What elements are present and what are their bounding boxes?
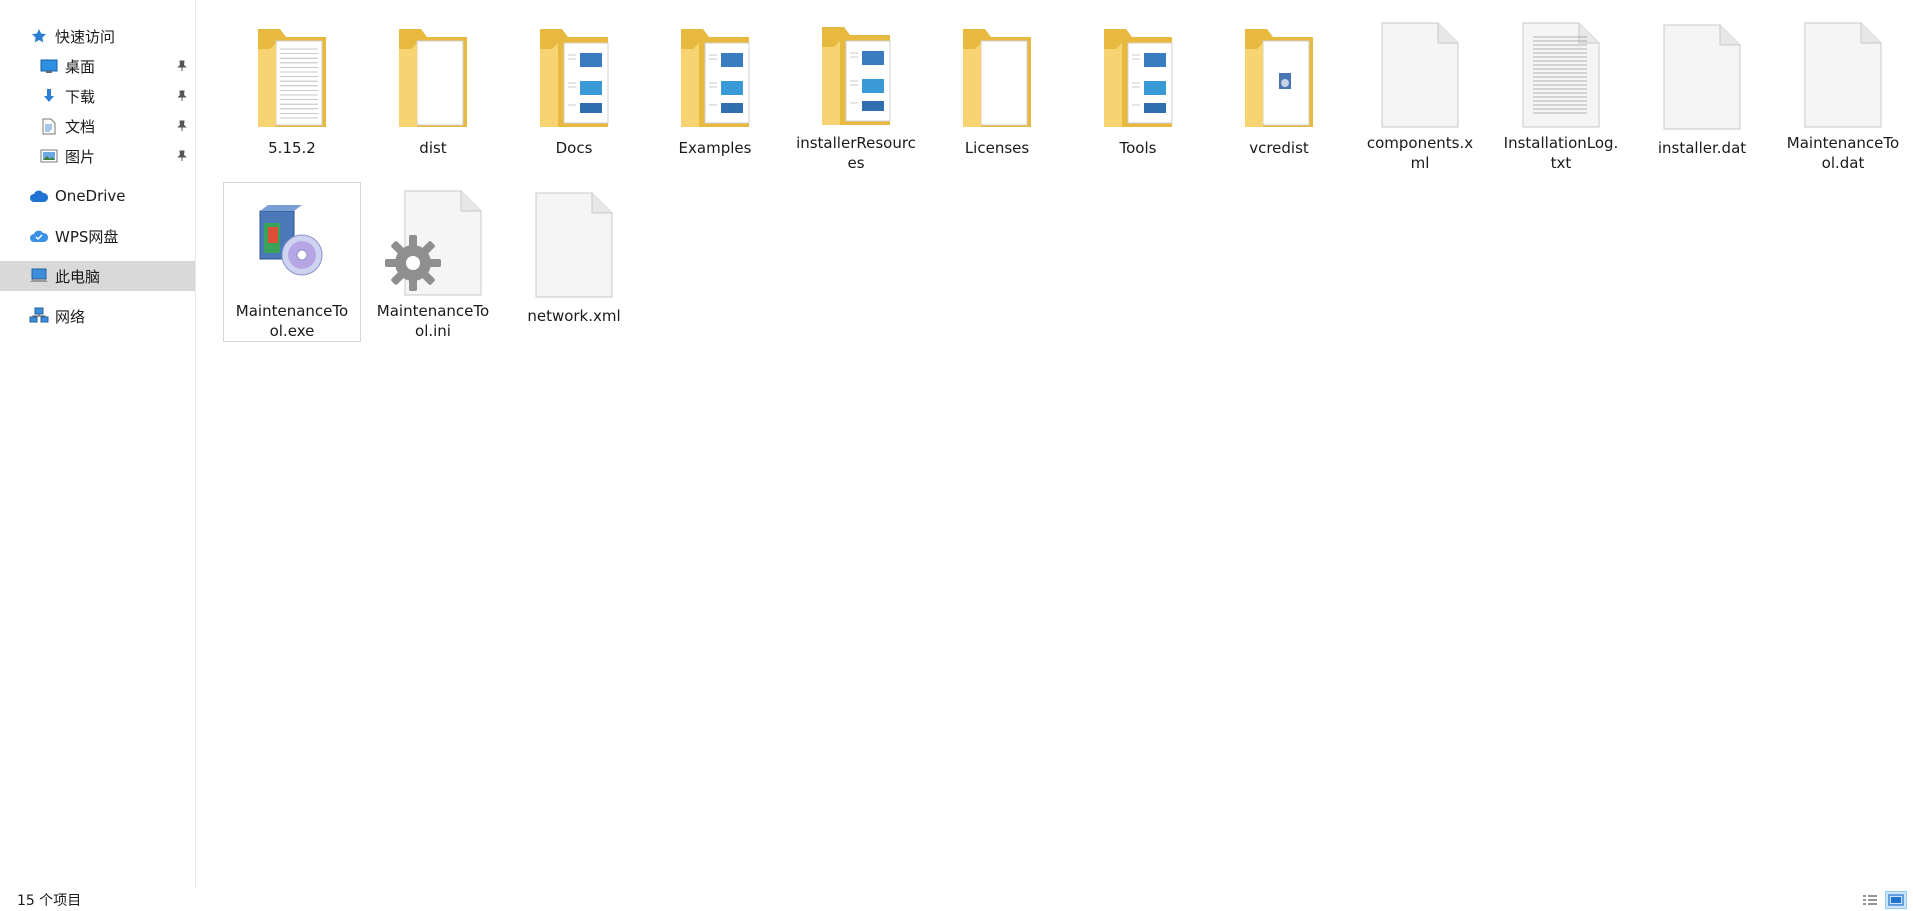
file-item[interactable]: network.xml bbox=[505, 182, 643, 342]
nav-label: 图片 bbox=[65, 147, 96, 166]
network-icon bbox=[29, 306, 49, 326]
file-name: components.xml bbox=[1366, 134, 1474, 172]
pin-icon[interactable] bbox=[175, 119, 189, 133]
nav-item-pictures[interactable]: 图片 bbox=[0, 141, 195, 171]
download-icon bbox=[39, 86, 59, 106]
nav-wps-cloud[interactable]: WPS网盘 bbox=[0, 221, 195, 251]
file-name: installerResources bbox=[796, 134, 916, 172]
folder-icon bbox=[373, 17, 493, 137]
file-name: Docs bbox=[555, 139, 593, 157]
file-explorer-window: 快速访问 桌面 下载 文档 图片 OneDrive WPS网盘 此电脑 网络 5… bbox=[0, 0, 1913, 911]
file-name: dist bbox=[419, 139, 447, 157]
folder-icon bbox=[655, 17, 775, 137]
pin-icon[interactable] bbox=[175, 89, 189, 103]
file-item[interactable]: MaintenanceTool.ini bbox=[364, 182, 502, 342]
folder-icon bbox=[1078, 17, 1198, 137]
file-name: Tools bbox=[1119, 139, 1157, 157]
blank-file-icon bbox=[1783, 17, 1903, 132]
large-icons-view-button[interactable] bbox=[1885, 891, 1907, 909]
status-bar: 15 个项目 bbox=[0, 888, 1913, 911]
desktop-icon bbox=[39, 56, 59, 76]
file-name: MaintenanceTool.dat bbox=[1786, 134, 1900, 172]
nav-item-downloads[interactable]: 下载 bbox=[0, 81, 195, 111]
settings-file-icon bbox=[373, 185, 493, 300]
blank-file-icon bbox=[1642, 17, 1762, 137]
folder-icon bbox=[796, 17, 916, 132]
folder-icon bbox=[1219, 17, 1339, 137]
nav-onedrive[interactable]: OneDrive bbox=[0, 181, 195, 211]
nav-label: 文档 bbox=[65, 117, 96, 136]
file-name: MaintenanceTool.exe bbox=[235, 302, 349, 340]
text-file-icon bbox=[1501, 17, 1621, 132]
pictures-icon bbox=[39, 146, 59, 166]
wps-cloud-icon bbox=[29, 226, 49, 246]
nav-label: 桌面 bbox=[65, 57, 96, 76]
file-name: Examples bbox=[678, 139, 752, 157]
file-name: vcredist bbox=[1249, 139, 1309, 157]
document-icon bbox=[39, 116, 59, 136]
nav-network[interactable]: 网络 bbox=[0, 301, 195, 331]
pin-icon[interactable] bbox=[175, 149, 189, 163]
file-name: MaintenanceTool.ini bbox=[376, 302, 490, 340]
file-item[interactable]: components.xml bbox=[1351, 14, 1489, 174]
item-count: 15 个项目 bbox=[17, 892, 82, 909]
file-name: installer.dat bbox=[1657, 139, 1747, 157]
nav-label: 网络 bbox=[55, 307, 86, 326]
file-list-view: 5.15.2 dist Docs Examples installerResou… bbox=[197, 0, 1913, 888]
nav-this-pc[interactable]: 此电脑 bbox=[0, 261, 195, 291]
installer-exe-icon bbox=[232, 185, 352, 300]
nav-item-documents[interactable]: 文档 bbox=[0, 111, 195, 141]
nav-label: OneDrive bbox=[55, 187, 126, 205]
folder-item[interactable]: Examples bbox=[646, 14, 784, 174]
folder-item[interactable]: 5.15.2 bbox=[223, 14, 361, 174]
file-item[interactable]: installer.dat bbox=[1633, 14, 1771, 174]
nav-item-desktop[interactable]: 桌面 bbox=[0, 51, 195, 81]
nav-label: 快速访问 bbox=[55, 27, 116, 46]
folder-icon bbox=[232, 17, 352, 137]
pin-icon[interactable] bbox=[175, 59, 189, 73]
folder-item[interactable]: Licenses bbox=[928, 14, 1066, 174]
blank-file-icon bbox=[1360, 17, 1480, 132]
nav-quick-access[interactable]: 快速访问 bbox=[0, 21, 195, 51]
file-name: Licenses bbox=[964, 139, 1030, 157]
file-item[interactable]: InstallationLog.txt bbox=[1492, 14, 1630, 174]
file-name: InstallationLog.txt bbox=[1503, 134, 1619, 172]
details-view-button[interactable] bbox=[1859, 891, 1881, 909]
folder-item[interactable]: dist bbox=[364, 14, 502, 174]
folder-item[interactable]: vcredist bbox=[1210, 14, 1348, 174]
nav-label: 下载 bbox=[65, 87, 96, 106]
file-item[interactable]: MaintenanceTool.dat bbox=[1774, 14, 1912, 174]
star-icon bbox=[29, 26, 49, 46]
folder-item[interactable]: installerResources bbox=[787, 14, 925, 174]
file-name: network.xml bbox=[527, 307, 621, 325]
folder-item[interactable]: Docs bbox=[505, 14, 643, 174]
nav-label: WPS网盘 bbox=[55, 227, 119, 246]
folder-icon bbox=[514, 17, 634, 137]
file-item[interactable]: MaintenanceTool.exe bbox=[223, 182, 361, 342]
computer-icon bbox=[29, 266, 49, 286]
file-name: 5.15.2 bbox=[268, 139, 316, 157]
folder-item[interactable]: Tools bbox=[1069, 14, 1207, 174]
cloud-icon bbox=[29, 186, 49, 206]
folder-icon bbox=[937, 17, 1057, 137]
blank-file-icon bbox=[514, 185, 634, 305]
view-toggles bbox=[1859, 891, 1907, 909]
nav-label: 此电脑 bbox=[55, 267, 101, 286]
navigation-pane: 快速访问 桌面 下载 文档 图片 OneDrive WPS网盘 此电脑 网络 bbox=[0, 0, 196, 888]
